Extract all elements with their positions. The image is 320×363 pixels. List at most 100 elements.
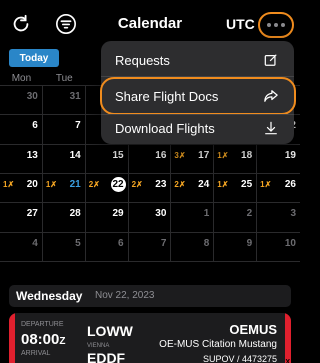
calendar-day-cell[interactable]: 14: [42, 144, 86, 174]
flight-count-badge: 2✗: [88, 180, 100, 189]
day-number: 24: [198, 179, 210, 190]
crew-info: SUPOV / 4473275: [202, 354, 277, 363]
selected-day-header: Wednesday Nov 22, 2023: [9, 285, 291, 307]
day-number: 17: [198, 149, 210, 161]
day-number: 14: [69, 149, 81, 161]
calendar-day-cell[interactable]: 2✗ 24: [171, 174, 215, 204]
menu-item-label: Download Flights: [115, 120, 215, 136]
calendar-day-cell[interactable]: 1✗ 20: [0, 174, 43, 204]
flight-card[interactable]: DEPARTURE 08:00Z ARRIVAL LOWW VIENNA EDD…: [9, 313, 291, 363]
calendar-day-cell[interactable]: 27: [0, 203, 43, 233]
calendar-day-cell[interactable]: 8: [171, 232, 215, 262]
day-number: 29: [112, 208, 124, 220]
departure-time: 08:00Z: [21, 331, 66, 348]
calendar-day-cell[interactable]: 13: [0, 144, 43, 174]
calendar-day-cell[interactable]: 31: [42, 86, 86, 116]
day-number: 21: [69, 179, 81, 190]
more-options-button[interactable]: [258, 12, 294, 38]
departure-label: DEPARTURE: [21, 321, 64, 328]
calendar-day-cell[interactable]: 30: [0, 86, 43, 116]
day-number: 18: [241, 149, 253, 161]
flight-status-bar: [285, 313, 291, 363]
day-date: Nov 22, 2023: [95, 290, 155, 301]
flight-count-badge: 2✗: [174, 180, 186, 189]
calendar-day-cell[interactable]: 4: [0, 232, 43, 262]
day-number: 7: [160, 237, 167, 249]
calendar-day-cell[interactable]: 6: [0, 115, 43, 145]
day-name: Wednesday: [16, 289, 83, 303]
calendar-day-cell[interactable]: 7: [42, 115, 86, 145]
today-button[interactable]: Today: [9, 49, 59, 67]
timezone-toggle[interactable]: UTC: [226, 16, 255, 32]
calendar-day-cell[interactable]: 10: [257, 233, 300, 262]
flight-count-badge: 1✗: [3, 180, 15, 189]
day-number: 7: [75, 120, 81, 132]
calendar-day-cell[interactable]: 2: [214, 203, 258, 233]
filter-icon[interactable]: [53, 11, 79, 37]
more-dot-icon: [274, 23, 278, 27]
menu-item-download-flights[interactable]: Download Flights: [101, 113, 294, 143]
flight-count-badge: 3✗: [174, 150, 186, 160]
day-number: 15: [112, 149, 124, 161]
calendar-day-cell[interactable]: 9: [214, 232, 258, 262]
day-number: 4: [32, 237, 38, 249]
day-number: 8: [203, 237, 210, 249]
calendar-day-cell[interactable]: 15: [85, 144, 129, 174]
calendar-day-cell[interactable]: 28: [42, 203, 86, 233]
calendar-day-cell[interactable]: 3✗ 17: [171, 144, 215, 174]
more-dot-icon: [267, 23, 271, 27]
refresh-icon[interactable]: [8, 11, 34, 37]
flight-status-bar: [9, 313, 15, 363]
day-number: 30: [155, 208, 167, 220]
calendar-day-cell[interactable]: 5: [42, 232, 86, 262]
calendar-day-cell[interactable]: 2✗ 23: [128, 174, 172, 204]
weekday-label: Tue: [55, 73, 73, 84]
calendar-day-cell[interactable]: 19: [257, 145, 300, 174]
day-number: 26: [284, 179, 296, 190]
menu-item-requests[interactable]: Requests: [101, 45, 294, 75]
day-number: 31: [69, 91, 81, 102]
day-number: 10: [284, 237, 296, 249]
day-number: 9: [246, 237, 253, 249]
day-number: 23: [155, 179, 167, 190]
day-number: 16: [155, 149, 167, 161]
day-number: 30: [26, 91, 38, 102]
flight-count-badge: 2✗: [131, 180, 143, 189]
calendar-day-cell[interactable]: 1✗ 21: [42, 174, 86, 204]
page-title: Calendar: [117, 15, 183, 32]
edit-square-icon: [264, 53, 278, 67]
calendar-day-cell[interactable]: 1: [171, 203, 215, 233]
calendar-day-cell[interactable]: 16: [128, 144, 172, 174]
flight-count-badge: 1✗: [45, 180, 57, 189]
day-number: 5: [75, 237, 81, 249]
arrival-label: ARRIVAL: [21, 350, 51, 357]
day-number: 25: [241, 179, 253, 190]
day-number: 27: [26, 208, 38, 220]
calendar-day-cell[interactable]: 1✗ 25: [214, 174, 258, 204]
day-number: 3: [290, 208, 296, 220]
calendar-day-cell[interactable]: 29: [85, 203, 129, 233]
origin-city: VIENNA: [87, 343, 110, 349]
origin-airport: LOWW: [87, 323, 133, 339]
weekday-label: Mon: [11, 73, 32, 84]
aircraft-registration: OEMUS: [229, 322, 277, 337]
menu-item-share-flight-docs[interactable]: Share Flight Docs: [100, 77, 296, 115]
flight-count-badge: 1✗: [260, 180, 272, 189]
calendar-day-cell[interactable]: 30: [128, 203, 172, 233]
download-arrow-icon: [264, 121, 278, 135]
calendar-day-cell[interactable]: 2✗ 22: [85, 174, 129, 204]
calendar-day-cell[interactable]: 7: [128, 232, 172, 262]
destination-airport: EDDF: [87, 350, 126, 363]
calendar-day-cell[interactable]: 3: [257, 203, 300, 233]
calendar-day-cell[interactable]: 1✗ 26: [257, 174, 300, 204]
day-number: 20: [26, 179, 38, 190]
calendar-day-cell[interactable]: 1✗ 18: [214, 144, 258, 174]
calendar-day-cell[interactable]: 6: [85, 232, 129, 262]
day-number: 28: [69, 208, 81, 220]
flight-count-badge: 1✗: [217, 180, 229, 189]
day-number: 6: [118, 237, 124, 249]
menu-item-label: Share Flight Docs: [115, 88, 219, 104]
share-arrow-icon: [264, 89, 278, 103]
flight-count-badge: 1✗: [217, 150, 229, 160]
day-number: 2: [246, 208, 253, 220]
